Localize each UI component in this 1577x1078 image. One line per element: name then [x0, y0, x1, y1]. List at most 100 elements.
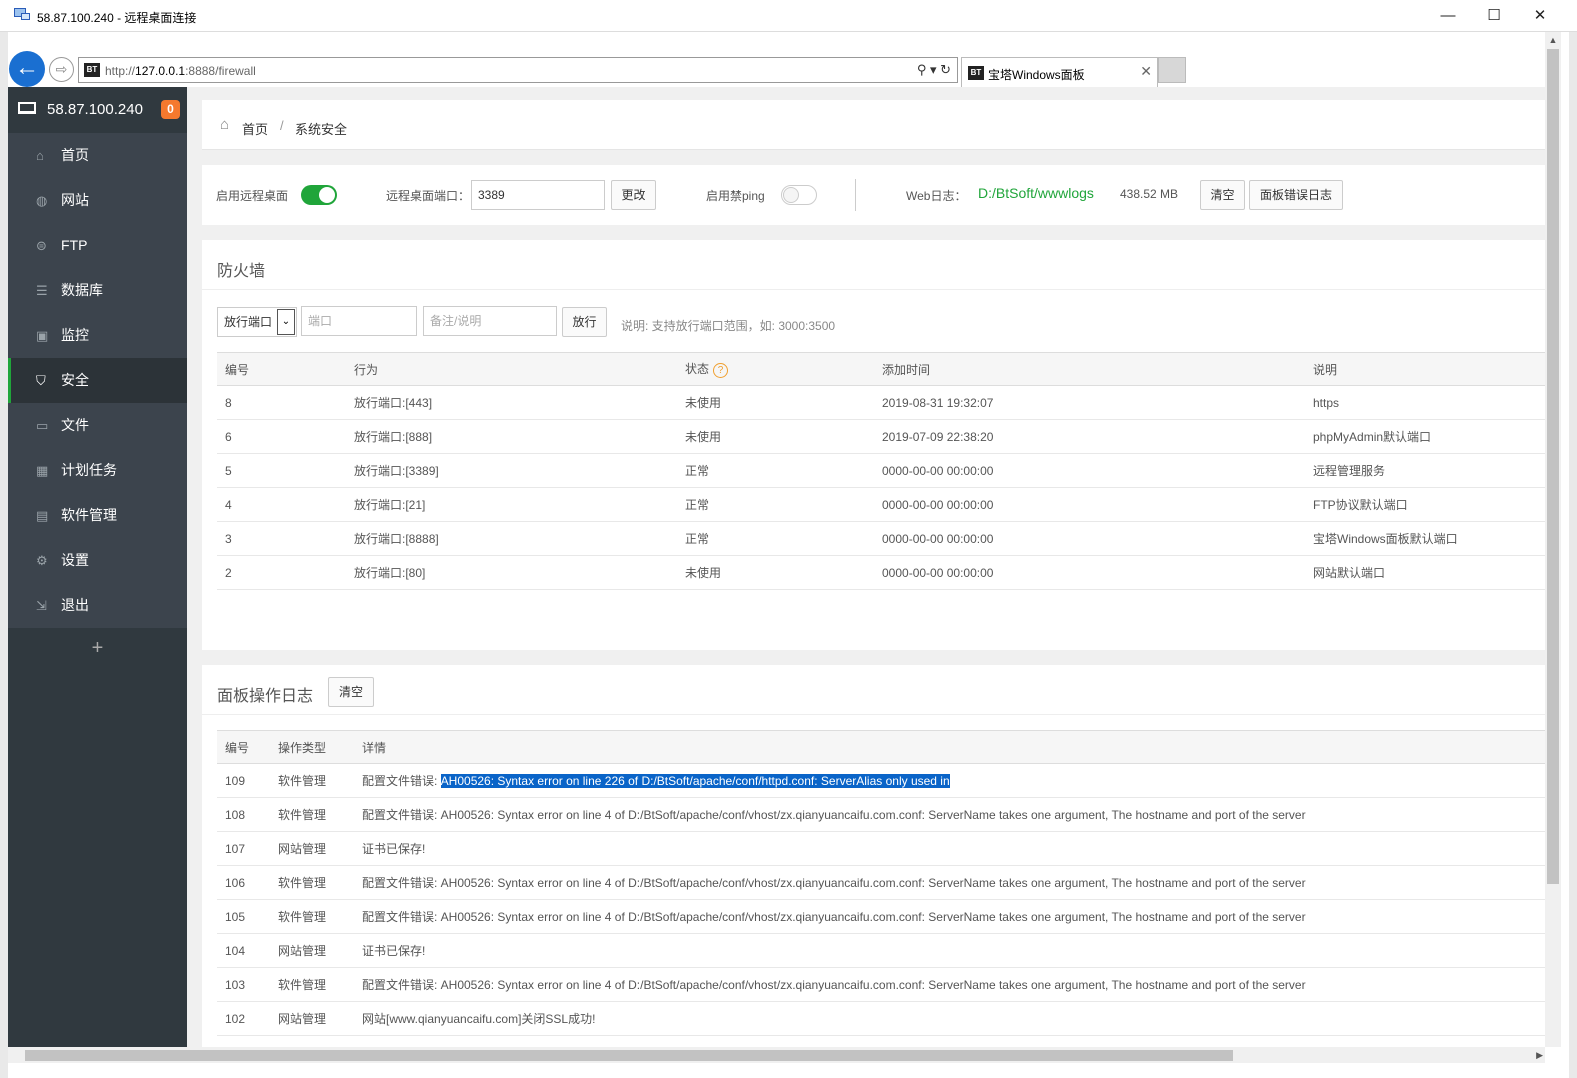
table-row: 105 软件管理 配置文件错误: AH00526: Syntax error on …: [217, 899, 1545, 934]
cell-id: 5: [217, 453, 346, 488]
port-input[interactable]: 端口: [301, 306, 417, 336]
table-row: 107 网站管理 证书已保存!: [217, 831, 1545, 866]
sidebar-item-home[interactable]: ⌂ 首页: [8, 133, 187, 178]
cell-id: 8: [217, 385, 346, 420]
col-type: 操作类型: [270, 730, 354, 764]
scroll-up-icon[interactable]: ▲: [1545, 32, 1561, 48]
cell-note: 网站默认端口: [1305, 555, 1545, 590]
sidebar-item-website[interactable]: ◍ 网站: [8, 178, 187, 223]
selected-text[interactable]: AH00526: Syntax error on line 226 of D:/…: [440, 774, 950, 788]
divider: [855, 179, 856, 211]
cell-type: 网站管理: [270, 831, 354, 866]
table-row: 6 放行端口:[888] 未使用 2019-07-09 22:38:20 phpMyAd…: [217, 419, 1545, 454]
sidebar-item-files[interactable]: ▭ 文件: [8, 403, 187, 448]
sidebar-header: 58.87.100.240 0: [8, 87, 187, 133]
ping-toggle[interactable]: [781, 185, 817, 205]
search-refresh-icons[interactable]: ⚲ ▾ ↻: [917, 62, 951, 78]
rule-type-select[interactable]: 放行端口 ⌄: [217, 307, 297, 337]
remote-desktop-toggle[interactable]: [301, 185, 337, 205]
oplog-table: 编号 操作类型 详情 109 软件管理 配置文件错误: AH00526: Synta…: [217, 730, 1545, 1036]
breadcrumb-separator: /: [280, 118, 284, 133]
help-icon[interactable]: ?: [713, 363, 729, 378]
panel-error-log-button[interactable]: 面板错误日志: [1249, 180, 1343, 210]
security-controls: 启用远程桌面 远程桌面端口： 3389 更改 启用禁ping Web日志： D:…: [202, 165, 1545, 225]
sidebar-add-button[interactable]: +: [8, 628, 187, 668]
sidebar-item-security[interactable]: ⛉ 安全: [8, 358, 187, 403]
clear-weblog-button[interactable]: 清空: [1200, 180, 1245, 210]
sidebar-item-label: 设置: [61, 552, 89, 568]
status-strip: [8, 1063, 1569, 1078]
window-title: 58.87.100.240 - 远程桌面连接: [37, 11, 197, 25]
cell-note: phpMyAdmin默认端口: [1305, 419, 1545, 454]
cell-status: 未使用: [677, 419, 874, 454]
breadcrumb-home[interactable]: 首页: [242, 119, 268, 138]
cell-id: 3: [217, 521, 346, 556]
cell-action: 放行端口:[21]: [346, 487, 677, 522]
vertical-scrollbar[interactable]: ▲: [1545, 32, 1561, 1047]
sidebar-item-cron[interactable]: ▦ 计划任务: [8, 448, 187, 493]
table-row: 4 放行端口:[21] 正常 0000-00-00 00:00:00 FTP协议默认端口: [217, 487, 1545, 522]
globe-icon: ◍: [36, 193, 48, 208]
cell-type: 软件管理: [270, 899, 354, 934]
sidebar-item-ftp[interactable]: ⊜ FTP: [8, 223, 187, 268]
horizontal-scrollbar[interactable]: ▶: [8, 1047, 1545, 1063]
table-row: 108 软件管理 配置文件错误: AH00526: Syntax error on …: [217, 797, 1545, 832]
address-bar-area: ← ⇨ BT http://127.0.0.1:8888/firewall ⚲ …: [8, 32, 1569, 87]
cell-detail: 配置文件错误: AH00526: Syntax error on line 4 …: [354, 797, 1545, 832]
cell-id: 105: [217, 899, 270, 934]
change-port-button[interactable]: 更改: [611, 180, 656, 210]
note-input[interactable]: 备注/说明: [423, 306, 557, 336]
cell-type: 网站管理: [270, 933, 354, 968]
cell-id: 103: [217, 967, 270, 1002]
maximize-button[interactable]: ☐: [1471, 0, 1517, 31]
sidebar-item-database[interactable]: ☰ 数据库: [8, 268, 187, 313]
sidebar-item-settings[interactable]: ⚙ 设置: [8, 538, 187, 583]
cell-detail[interactable]: 配置文件错误: AH00526: Syntax error on line 22…: [354, 763, 1545, 798]
url-text[interactable]: http://127.0.0.1:8888/firewall: [105, 64, 256, 78]
cell-detail: 网站[www.qianyuancaifu.com]关闭SSL成功!: [354, 1001, 1545, 1036]
database-icon: ☰: [36, 283, 48, 298]
browser-window: ← ⇨ BT http://127.0.0.1:8888/firewall ⚲ …: [8, 32, 1569, 1078]
table-row: 106 软件管理 配置文件错误: AH00526: Syntax error on …: [217, 865, 1545, 900]
divider: [202, 714, 1545, 715]
cell-time: 0000-00-00 00:00:00: [874, 555, 1305, 590]
tab-close-icon[interactable]: ✕: [1140, 63, 1152, 80]
notification-badge[interactable]: 0: [161, 100, 180, 119]
cell-status: 未使用: [677, 385, 874, 420]
table-row: 3 放行端口:[8888] 正常 0000-00-00 00:00:00 宝塔Windo…: [217, 521, 1545, 556]
close-window-button[interactable]: ✕: [1517, 0, 1563, 31]
forward-button[interactable]: ⇨: [49, 57, 74, 82]
bt-tab-icon: BT: [968, 66, 984, 80]
firewall-panel: 防火墙 放行端口 ⌄ 端口 备注/说明 放行 说明: 支持放行端口范围，如: 30…: [202, 240, 1545, 650]
cell-note: FTP协议默认端口: [1305, 487, 1545, 522]
clear-oplog-button[interactable]: 清空: [328, 677, 374, 707]
cell-time: 2019-08-31 19:32:07: [874, 385, 1305, 420]
scroll-thumb[interactable]: [1547, 49, 1559, 884]
gear-icon: ⚙: [36, 553, 48, 568]
cell-detail: 证书已保存!: [354, 831, 1545, 866]
allow-port-button[interactable]: 放行: [562, 307, 607, 337]
cell-status: 正常: [677, 453, 874, 488]
home-icon: ⌂: [36, 148, 44, 163]
apps-grid-icon: ▤: [36, 508, 49, 523]
sidebar-item-software[interactable]: ▤ 软件管理: [8, 493, 187, 538]
remote-desktop-label: 启用远程桌面: [216, 189, 289, 203]
weblog-path-link[interactable]: D:/BtSoft/wwwlogs: [978, 185, 1094, 201]
remote-port-input[interactable]: 3389: [471, 180, 605, 210]
scroll-right-icon[interactable]: ▶: [1536, 1047, 1543, 1063]
col-detail: 详情: [354, 730, 1545, 764]
tab-bt-panel[interactable]: BT 宝塔Windows面板 ✕: [961, 57, 1158, 87]
sidebar-item-label: 计划任务: [61, 462, 117, 478]
breadcrumb: ⌂ 首页 / 系统安全: [202, 100, 1545, 150]
cell-type: 软件管理: [270, 763, 354, 798]
weblog-label: Web日志：: [906, 189, 967, 203]
back-button[interactable]: ←: [9, 51, 45, 87]
sidebar-item-monitor[interactable]: ▣ 监控: [8, 313, 187, 358]
cell-id: 104: [217, 933, 270, 968]
scroll-thumb[interactable]: [25, 1050, 1233, 1061]
sidebar-item-logout[interactable]: ⇲ 退出: [8, 583, 187, 628]
url-input[interactable]: BT http://127.0.0.1:8888/firewall ⚲ ▾ ↻: [78, 57, 958, 83]
col-note: 说明: [1305, 352, 1545, 386]
new-tab-button[interactable]: [1158, 57, 1186, 83]
minimize-button[interactable]: —: [1425, 0, 1471, 31]
